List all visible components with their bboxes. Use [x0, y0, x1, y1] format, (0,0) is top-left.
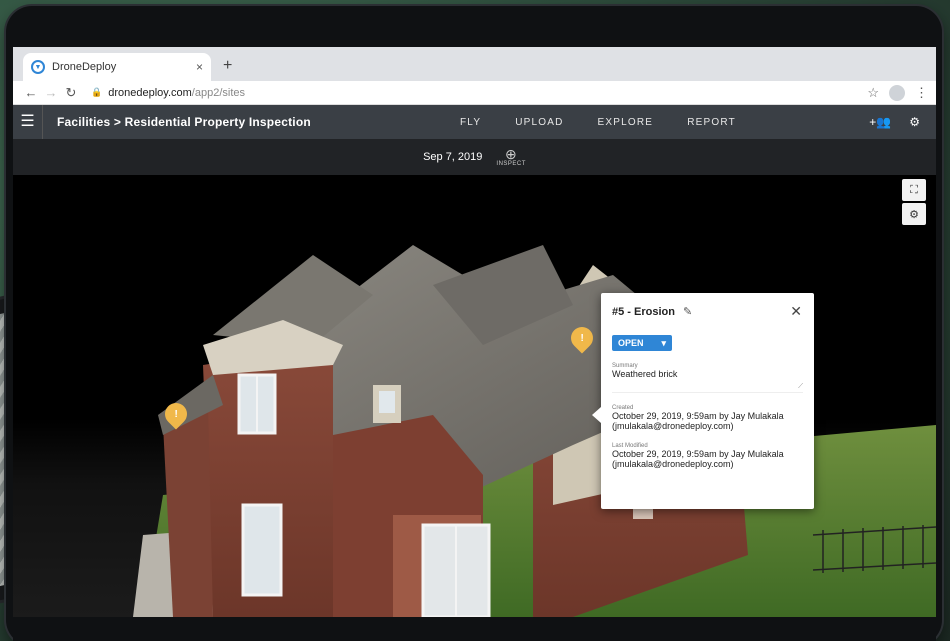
bottom-bezel [13, 617, 936, 641]
status-value: OPEN [618, 338, 644, 348]
close-tab-icon[interactable]: × [196, 60, 203, 74]
url-host: dronedeploy.com [108, 86, 192, 99]
edit-pencil-icon[interactable]: ✎ [683, 305, 692, 318]
tab-title: DroneDeploy [52, 61, 117, 73]
nav-explore[interactable]: EXPLORE [598, 117, 654, 128]
reload-icon[interactable]: ↻ [61, 85, 81, 101]
top-nav: FLY UPLOAD EXPLORE REPORT [460, 105, 770, 139]
url-path: /app2/sites [191, 86, 245, 99]
url-field[interactable]: 🔒 dronedeploy.com/app2/sites [91, 87, 867, 99]
browser-tab[interactable]: ▼ DroneDeploy × [23, 53, 211, 81]
bookmark-star-icon[interactable]: ☆ [867, 85, 879, 101]
header-icons: +👥 ⚙ [851, 105, 920, 139]
warning-pin-icon: ! [566, 322, 598, 354]
issue-title: #5 - Erosion [612, 305, 675, 318]
add-user-icon[interactable]: +👥 [869, 115, 891, 129]
issue-marker-icon[interactable]: ! [566, 322, 598, 355]
status-dropdown[interactable]: OPEN ▾ [612, 335, 672, 351]
3d-model-view[interactable]: ⛶ ⚙ ! ! #5 - Erosion ✎ ✕ OPEN ▾ Summary … [13, 175, 936, 617]
warning-pin-icon: ! [160, 398, 192, 430]
inspect-button[interactable]: ⊕ INSPECT [496, 147, 526, 167]
capture-date[interactable]: Sep 7, 2019 [423, 151, 482, 163]
summary-value: Weathered brick [612, 369, 678, 379]
menu-kebab-icon[interactable]: ⋮ [915, 85, 928, 101]
breadcrumb[interactable]: Facilities > Residential Property Inspec… [57, 115, 311, 129]
issue-title-row: #5 - Erosion ✎ [612, 305, 803, 319]
back-icon[interactable]: ← [21, 85, 41, 100]
nav-fly[interactable]: FLY [460, 117, 481, 128]
date-bar: Sep 7, 2019 ⊕ INSPECT [13, 139, 936, 175]
summary-field[interactable]: Weathered brick ⟋ [612, 369, 803, 393]
hamburger-menu-icon[interactable]: ☰ [13, 105, 43, 139]
inspect-label: INSPECT [496, 161, 526, 167]
screen: ▼ DroneDeploy × + ← → ↻ 🔒 dronedeploy.co… [13, 47, 936, 617]
close-panel-icon[interactable]: ✕ [790, 303, 802, 320]
fullscreen-icon[interactable]: ⛶ [902, 179, 926, 201]
app-header: ☰ Facilities > Residential Property Insp… [13, 105, 936, 139]
view-settings-icon[interactable]: ⚙ [902, 203, 926, 225]
issue-marker-icon[interactable]: ! [160, 398, 192, 431]
magnifier-icon: ⊕ [505, 146, 518, 162]
dronedeploy-favicon-icon: ▼ [31, 60, 45, 74]
address-bar: ← → ↻ 🔒 dronedeploy.com/app2/sites ☆ ⋮ [13, 81, 936, 105]
modified-value: October 29, 2019, 9:59am by Jay Mulakala… [612, 449, 784, 469]
lock-icon: 🔒 [91, 87, 103, 97]
settings-gear-icon[interactable]: ⚙ [909, 115, 920, 129]
browser-tabbar: ▼ DroneDeploy × + [13, 47, 936, 81]
issue-panel: #5 - Erosion ✎ ✕ OPEN ▾ Summary Weathere… [592, 293, 814, 509]
chevron-down-icon: ▾ [661, 337, 666, 348]
forward-icon[interactable]: → [41, 85, 61, 100]
new-tab-button[interactable]: + [223, 57, 232, 75]
resize-handle-icon[interactable]: ⟋ [798, 383, 803, 391]
created-value: October 29, 2019, 9:59am by Jay Mulakala… [612, 411, 784, 431]
profile-avatar[interactable] [889, 84, 905, 101]
nav-upload[interactable]: UPLOAD [515, 117, 563, 128]
nav-report[interactable]: REPORT [687, 117, 736, 128]
